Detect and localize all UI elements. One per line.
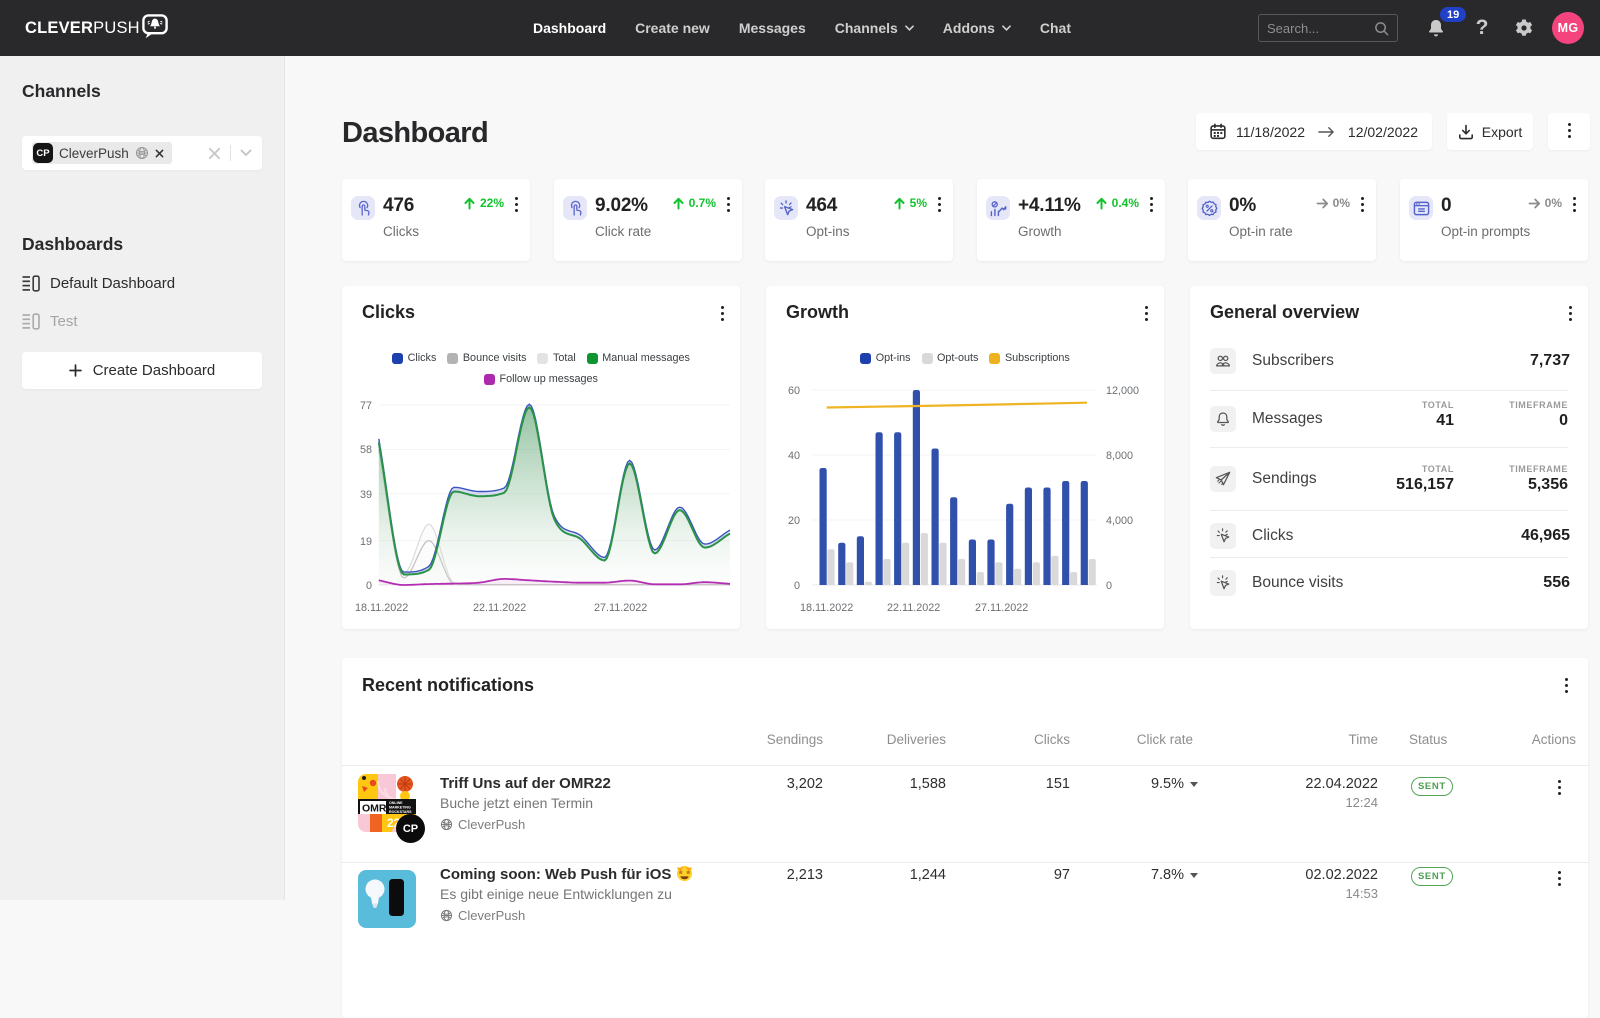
svg-text:4,000: 4,000 [1106, 515, 1133, 527]
svg-text:19: 19 [360, 536, 372, 548]
svg-text:18.11.2022: 18.11.2022 [800, 602, 853, 614]
svg-text:40: 40 [788, 450, 800, 462]
svg-text:20: 20 [788, 515, 800, 527]
svg-text:OMR: OMR [362, 803, 387, 815]
svg-text:0: 0 [366, 580, 372, 592]
svg-text:MARKETING: MARKETING [389, 806, 411, 810]
svg-text:60: 60 [788, 385, 800, 397]
svg-text:22.11.2022: 22.11.2022 [473, 602, 526, 614]
svg-text:27.11.2022: 27.11.2022 [594, 602, 647, 614]
svg-text:77: 77 [360, 400, 372, 412]
svg-text:ONLINE: ONLINE [389, 801, 403, 805]
svg-text:0: 0 [1106, 580, 1112, 592]
svg-text:0: 0 [794, 580, 800, 592]
svg-text:39: 39 [360, 489, 372, 501]
svg-text:12,000: 12,000 [1106, 385, 1139, 397]
svg-text:27.11.2022: 27.11.2022 [975, 602, 1028, 614]
svg-text:8,000: 8,000 [1106, 450, 1133, 462]
svg-text:18.11.2022: 18.11.2022 [355, 602, 408, 614]
svg-text:58: 58 [360, 444, 372, 456]
svg-text:22.11.2022: 22.11.2022 [887, 602, 940, 614]
